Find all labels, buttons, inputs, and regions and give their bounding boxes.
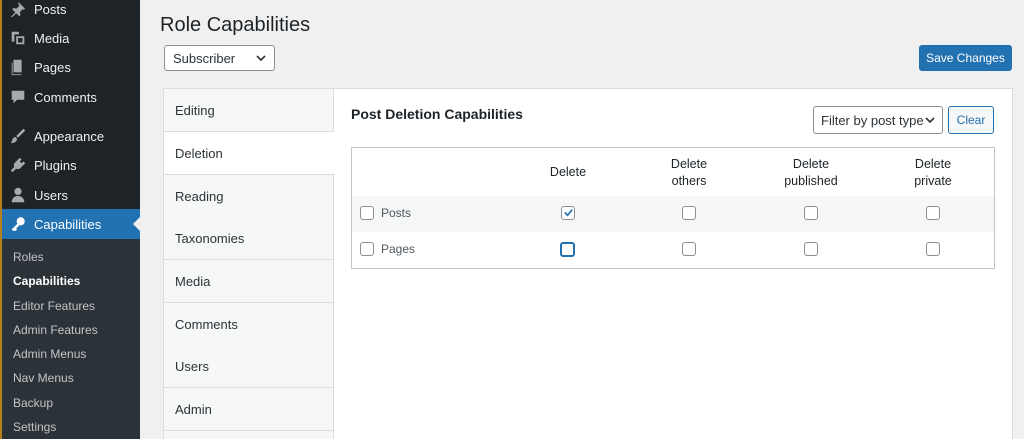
tab-comments[interactable]: Comments <box>164 303 334 346</box>
section-title: Post Deletion Capabilities <box>351 106 523 122</box>
chevron-down-icon <box>925 117 935 124</box>
sidebar-accent-strip <box>0 0 2 439</box>
save-changes-button[interactable]: Save Changes <box>919 45 1012 71</box>
post-type-filter-select[interactable]: Filter by post type <box>813 106 943 134</box>
sidebar-item-label: Pages <box>34 59 71 75</box>
tab-editing[interactable]: Editing <box>164 89 334 132</box>
tab-admin[interactable]: Admin <box>164 388 334 431</box>
table-row-posts: Posts <box>352 196 994 232</box>
tab-taxonomies[interactable]: Taxonomies <box>164 217 334 260</box>
checkmark-icon <box>564 209 573 217</box>
delete-private-checkbox[interactable] <box>926 242 940 256</box>
column-header-delete-published: Delete published <box>784 157 838 188</box>
deletion-panel: Post Deletion Capabilities Filter by pos… <box>333 88 1013 439</box>
admin-sidebar: Posts Media Pages Comments Appearance Pl… <box>0 0 140 439</box>
sidebar-item-plugins[interactable]: Plugins <box>0 151 140 179</box>
submenu-item-roles[interactable]: Roles <box>13 250 44 264</box>
row-label: Pages <box>381 242 416 256</box>
sidebar-item-media[interactable]: Media <box>0 24 140 52</box>
submenu-item-nav-menus[interactable]: Nav Menus <box>13 371 74 385</box>
key-icon <box>1 215 35 233</box>
column-header-delete: Delete <box>549 165 587 179</box>
row-label: Posts <box>381 206 412 220</box>
chevron-down-icon <box>256 55 266 62</box>
delete-others-checkbox[interactable] <box>682 242 696 256</box>
sidebar-item-label: Users <box>34 187 68 203</box>
pushpin-icon <box>1 0 35 18</box>
delete-others-checkbox[interactable] <box>682 206 696 220</box>
filter-select-value: Filter by post type <box>821 112 924 128</box>
row-select-checkbox[interactable] <box>360 242 374 256</box>
sidebar-item-label: Appearance <box>34 128 105 144</box>
clear-filter-button[interactable]: Clear <box>948 106 994 134</box>
tab-reading[interactable]: Reading <box>164 175 334 218</box>
sidebar-item-comments[interactable]: Comments <box>0 83 140 111</box>
pages-icon <box>1 58 35 76</box>
capabilities-table: Delete Delete others Delete published De… <box>351 147 995 269</box>
sidebar-item-label: Plugins <box>34 157 77 173</box>
column-header-delete-others: Delete others <box>670 157 708 188</box>
role-select[interactable]: Subscriber <box>164 45 275 71</box>
sidebar-item-pages[interactable]: Pages <box>0 53 140 81</box>
sidebar-item-label: Comments <box>34 89 97 105</box>
sidebar-item-posts[interactable]: Posts <box>0 0 140 23</box>
submenu-item-admin-features[interactable]: Admin Features <box>13 323 98 337</box>
sidebar-item-users[interactable]: Users <box>0 181 140 209</box>
tab-deletion[interactable]: Deletion <box>164 132 335 175</box>
capabilities-submenu: Roles Capabilities Editor Features Admin… <box>0 239 140 439</box>
sidebar-item-capabilities[interactable]: Capabilities <box>0 209 140 239</box>
tab-media[interactable]: Media <box>164 260 334 303</box>
submenu-item-settings[interactable]: Settings <box>13 420 56 434</box>
capability-tabs: Editing Deletion Reading Taxonomies Medi… <box>163 88 335 439</box>
role-select-value: Subscriber <box>173 50 236 66</box>
column-header-delete-private: Delete private <box>914 157 952 188</box>
user-icon <box>1 186 35 204</box>
row-select-checkbox[interactable] <box>360 206 374 220</box>
delete-checkbox[interactable] <box>561 206 575 220</box>
delete-private-checkbox[interactable] <box>926 206 940 220</box>
page-title: Role Capabilities <box>160 14 311 36</box>
submenu-item-editor-features[interactable]: Editor Features <box>13 299 95 313</box>
submenu-item-admin-menus[interactable]: Admin Menus <box>13 347 86 361</box>
table-row-pages: Pages <box>352 232 994 268</box>
submenu-item-capabilities[interactable]: Capabilities <box>13 274 80 288</box>
delete-published-checkbox[interactable] <box>804 206 818 220</box>
delete-checkbox[interactable] <box>560 242 575 257</box>
comment-icon <box>1 88 35 106</box>
sidebar-item-label: Capabilities <box>34 216 102 232</box>
submenu-item-backup[interactable]: Backup <box>13 396 53 410</box>
delete-published-checkbox[interactable] <box>804 242 818 256</box>
sidebar-item-label: Media <box>34 30 70 46</box>
sidebar-item-label: Posts <box>34 1 67 17</box>
tab-users[interactable]: Users <box>164 345 334 388</box>
media-icon <box>1 29 35 47</box>
paintbrush-icon <box>1 127 35 145</box>
sidebar-item-appearance[interactable]: Appearance <box>0 122 140 150</box>
plugin-icon <box>1 156 35 174</box>
